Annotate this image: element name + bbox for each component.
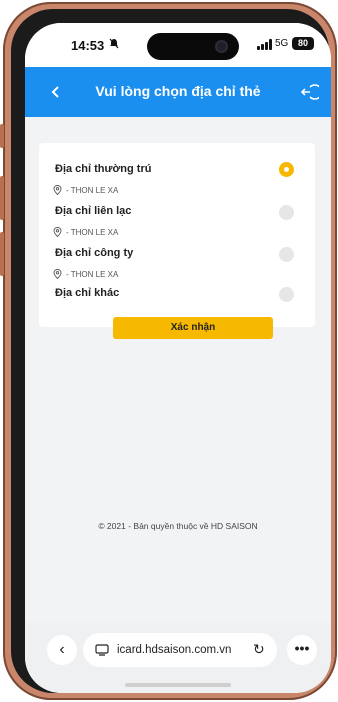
location-pin-icon	[53, 269, 62, 279]
location-pin-icon	[53, 185, 62, 195]
status-time: 14:53	[71, 38, 105, 53]
battery-level: 80	[292, 37, 314, 50]
address-text: - THON LE XA	[66, 227, 119, 237]
address-card: Địa chỉ thường trú - THON LE XA Địa chỉ …	[39, 143, 315, 339]
radio-contact[interactable]	[279, 205, 294, 220]
option-label-company[interactable]: Địa chỉ công ty	[55, 247, 133, 259]
network-type: 5G	[275, 38, 289, 49]
copyright-text: © 2021 - Bản quyền thuộc về HD SAISON	[98, 521, 258, 531]
page-title: Vui lòng chọn địa chỉ thẻ	[95, 83, 261, 99]
logout-icon	[300, 84, 323, 100]
confirm-button[interactable]: Xác nhận	[113, 317, 273, 339]
location-pin-icon	[53, 227, 62, 237]
status-bar: 14:53 5G 80	[25, 23, 331, 67]
signal-icon	[257, 39, 273, 50]
more-options-button[interactable]: •••	[287, 635, 317, 665]
address-line-company: - THON LE XA	[53, 269, 118, 279]
action-button	[0, 124, 4, 148]
option-label-other[interactable]: Địa chỉ khác	[55, 287, 119, 299]
browser-back-button[interactable]: ‹	[47, 635, 77, 665]
home-indicator	[125, 683, 231, 687]
page-settings-icon	[95, 644, 109, 656]
camera-icon	[215, 40, 228, 53]
radio-permanent[interactable]	[279, 162, 294, 177]
option-label-permanent[interactable]: Địa chỉ thường trú	[55, 163, 151, 175]
address-text: - THON LE XA	[66, 185, 119, 195]
back-button[interactable]	[49, 80, 69, 104]
address-line-contact: - THON LE XA	[53, 227, 118, 237]
address-line-permanent: - THON LE XA	[53, 185, 118, 195]
app-header: Vui lòng chọn địa chỉ thẻ	[25, 67, 331, 117]
url-text: icard.hdsaison.com.vn	[117, 644, 232, 656]
address-text: - THON LE XA	[66, 269, 119, 279]
address-bar[interactable]: icard.hdsaison.com.vn ↻	[83, 633, 277, 667]
chevron-left-icon	[51, 86, 59, 98]
phone-screen: 14:53 5G 80 Vui lòng chọn địa chỉ thẻ Đị…	[25, 23, 331, 693]
volume-down-button	[0, 232, 4, 276]
radio-other[interactable]	[279, 287, 294, 302]
radio-company[interactable]	[279, 247, 294, 262]
browser-toolbar: ‹ icard.hdsaison.com.vn ↻ •••	[25, 623, 331, 693]
reload-icon[interactable]: ↻	[253, 641, 265, 658]
logout-button[interactable]	[297, 81, 323, 103]
silent-bell-icon	[109, 38, 119, 52]
volume-up-button	[0, 176, 4, 220]
option-label-contact[interactable]: Địa chỉ liên lạc	[55, 205, 131, 217]
